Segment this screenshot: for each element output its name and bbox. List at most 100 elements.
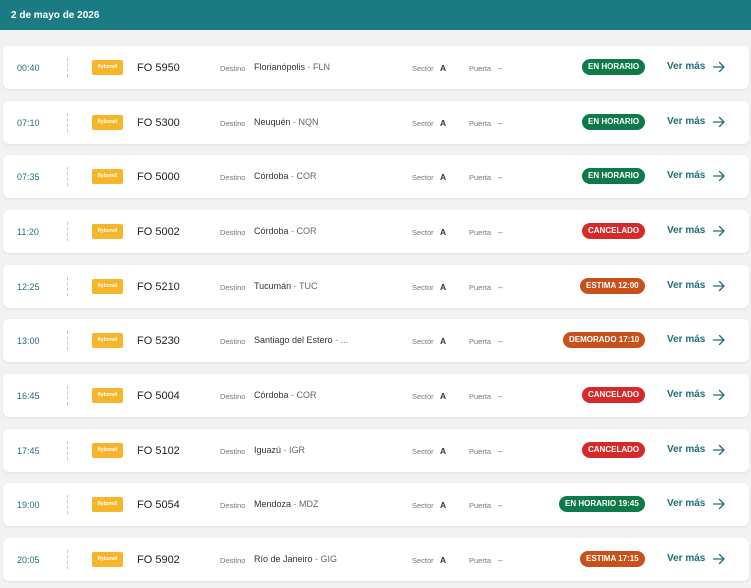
flight-number: FO 5230	[137, 335, 180, 347]
destination-city: Tucumán	[254, 281, 292, 291]
flight-number: FO 5902	[137, 554, 180, 566]
sector-label: Sector	[412, 228, 434, 237]
sector-value: A	[440, 336, 447, 346]
destination-code: IGR	[289, 445, 306, 455]
airline-logo-icon: flybondi	[92, 279, 123, 294]
flight-row[interactable]: 16:45 flybondi FO 5004 Destino Córdoba - COR…	[3, 374, 749, 417]
destination-city: Río de Janeiro	[254, 554, 313, 564]
sector-value: A	[440, 555, 447, 565]
flight-row[interactable]: 12:25 flybondi FO 5210 Destino Tucumán - TUC…	[3, 265, 749, 308]
sector-label: Sector	[412, 337, 434, 346]
ver-mas-link[interactable]: Ver más	[667, 444, 705, 455]
arrow-right-icon[interactable]	[712, 115, 726, 129]
row-divider	[67, 277, 68, 296]
arrow-right-icon[interactable]	[712, 552, 726, 566]
sector-value: A	[440, 500, 447, 510]
destination-label: Destino	[220, 64, 246, 73]
destination-label: Destino	[220, 173, 246, 182]
flight-row[interactable]: 07:10 flybondi FO 5300 Destino Neuquén - NQN…	[3, 101, 749, 144]
flight-row[interactable]: 11:20 flybondi FO 5002 Destino Córdoba - COR…	[3, 210, 749, 253]
sector-label: Sector	[412, 556, 434, 565]
departure-time: 20:05	[17, 555, 40, 565]
airline-logo-icon: flybondi	[92, 333, 123, 348]
flight-row[interactable]: 19:00 flybondi FO 5054 Destino Mendoza - MDZ…	[3, 483, 749, 526]
flight-number: FO 5950	[137, 62, 180, 74]
gate-value: –	[498, 282, 503, 292]
departure-time: 19:00	[17, 500, 40, 510]
arrow-right-icon[interactable]	[712, 279, 726, 293]
gate-value: –	[498, 555, 503, 565]
destination-label: Destino	[220, 337, 246, 346]
status-badge: CANCELADO	[582, 223, 646, 239]
gate-value: –	[498, 118, 503, 128]
flight-row[interactable]: 07:35 flybondi FO 5000 Destino Córdoba - COR…	[3, 155, 749, 198]
flight-row[interactable]: 20:05 flybondi FO 5902 Destino Río de Janeir…	[3, 538, 749, 581]
flight-row[interactable]: 00:40 flybondi FO 5950 Destino Florianópolis…	[3, 46, 749, 89]
status-badge: ESTIMA 17:15	[580, 551, 645, 567]
gate-label: Puerta	[469, 119, 492, 128]
arrow-right-icon[interactable]	[712, 60, 726, 74]
flight-row[interactable]: 17:45 flybondi FO 5102 Destino Iguazú - IGR S…	[3, 429, 749, 472]
destination-label: Destino	[220, 447, 246, 456]
destination-city: Santiago del Estero	[254, 335, 333, 345]
gate-value: –	[498, 172, 503, 182]
destination: Río de Janeiro - GIG	[254, 554, 338, 564]
row-divider	[67, 386, 68, 405]
gate-label: Puerta	[469, 392, 492, 401]
sector-value: A	[440, 446, 447, 456]
ver-mas-link[interactable]: Ver más	[667, 553, 705, 564]
departure-time: 17:45	[17, 446, 40, 456]
row-divider	[67, 495, 68, 514]
destination-city: Florianópolis	[254, 62, 306, 72]
airline-logo-icon: flybondi	[92, 224, 123, 239]
destination-code: NQN	[298, 117, 319, 127]
ver-mas-link[interactable]: Ver más	[667, 116, 705, 127]
destination: Iguazú - IGR	[254, 445, 306, 455]
airline-logo-icon: flybondi	[92, 443, 123, 458]
sector-value: A	[440, 118, 447, 128]
gate-label: Puerta	[469, 173, 492, 182]
airline-logo-icon: flybondi	[92, 115, 123, 130]
destination-city: Córdoba	[254, 226, 289, 236]
row-divider	[67, 331, 68, 350]
ver-mas-link[interactable]: Ver más	[667, 61, 705, 72]
destination: Mendoza - MDZ	[254, 499, 319, 509]
destination-code: FLN	[313, 62, 331, 72]
arrow-right-icon[interactable]	[712, 497, 726, 511]
status-badge: DEMORADO 17:10	[563, 332, 646, 348]
departure-time: 11:20	[17, 227, 39, 237]
ver-mas-link[interactable]: Ver más	[667, 334, 705, 345]
arrow-right-icon[interactable]	[712, 169, 726, 183]
ver-mas-link[interactable]: Ver más	[667, 225, 705, 236]
sector-label: Sector	[412, 64, 434, 73]
departure-time: 07:35	[17, 172, 40, 182]
destination-code: ...	[340, 335, 349, 345]
flight-row[interactable]: 13:00 flybondi FO 5230 Destino Santiago del …	[3, 319, 749, 362]
destination: Córdoba - COR	[254, 171, 317, 181]
airline-logo-icon: flybondi	[92, 497, 123, 512]
destination-city: Neuquén	[254, 117, 291, 127]
destination: Florianópolis - FLN	[254, 62, 331, 72]
flight-number: FO 5210	[137, 281, 180, 293]
ver-mas-link[interactable]: Ver más	[667, 170, 705, 181]
destination-label: Destino	[220, 392, 246, 401]
ver-mas-link[interactable]: Ver más	[667, 280, 705, 291]
destination-code: TUC	[299, 281, 318, 291]
arrow-right-icon[interactable]	[712, 333, 726, 347]
gate-label: Puerta	[469, 556, 492, 565]
gate-value: –	[498, 63, 503, 73]
arrow-right-icon[interactable]	[712, 224, 726, 238]
status-badge: EN HORARIO 19:45	[559, 496, 645, 512]
arrow-right-icon[interactable]	[712, 388, 726, 402]
status-badge: CANCELADO	[582, 387, 646, 403]
gate-label: Puerta	[469, 228, 492, 237]
arrow-right-icon[interactable]	[712, 443, 726, 457]
destination: Neuquén - NQN	[254, 117, 319, 127]
airline-logo-icon: flybondi	[92, 552, 123, 567]
ver-mas-link[interactable]: Ver más	[667, 389, 705, 400]
ver-mas-link[interactable]: Ver más	[667, 498, 705, 509]
flight-number: FO 5300	[137, 117, 180, 129]
gate-value: –	[498, 391, 503, 401]
destination: Córdoba - COR	[254, 390, 317, 400]
row-divider	[67, 113, 68, 132]
